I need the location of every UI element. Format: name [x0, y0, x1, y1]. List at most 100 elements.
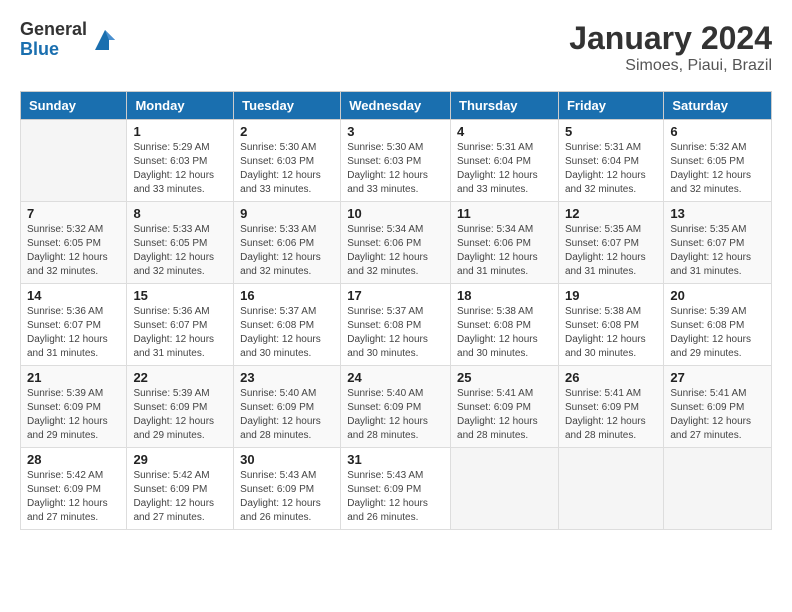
calendar-cell: 8 Sunrise: 5:33 AM Sunset: 6:05 PM Daylig…: [127, 202, 234, 284]
day-info: Sunrise: 5:39 AM Sunset: 6:08 PM Dayligh…: [670, 305, 765, 361]
calendar-cell: 23 Sunrise: 5:40 AM Sunset: 6:09 PM Dayli…: [234, 366, 341, 448]
day-info: Sunrise: 5:29 AM Sunset: 6:03 PM Dayligh…: [133, 141, 227, 197]
day-number: 7: [27, 206, 120, 221]
location-subtitle: Simoes, Piaui, Brazil: [569, 57, 772, 75]
calendar-cell: 13 Sunrise: 5:35 AM Sunset: 6:07 PM Dayli…: [664, 202, 772, 284]
calendar-cell: 1Sunrise: 5:29 AM Sunset: 6:03 PM Daylig…: [127, 120, 234, 202]
calendar-cell: 15 Sunrise: 5:36 AM Sunset: 6:07 PM Dayli…: [127, 284, 234, 366]
calendar-cell: 22 Sunrise: 5:39 AM Sunset: 6:09 PM Dayli…: [127, 366, 234, 448]
day-info: Sunrise: 5:33 AM Sunset: 6:06 PM Dayligh…: [240, 223, 334, 279]
day-number: 23: [240, 370, 334, 385]
day-info: Sunrise: 5:42 AM Sunset: 6:09 PM Dayligh…: [27, 469, 120, 525]
day-info: Sunrise: 5:40 AM Sunset: 6:09 PM Dayligh…: [240, 387, 334, 443]
calendar-table: SundayMondayTuesdayWednesdayThursdayFrid…: [20, 91, 772, 530]
day-number: 22: [133, 370, 227, 385]
day-info: Sunrise: 5:37 AM Sunset: 6:08 PM Dayligh…: [347, 305, 444, 361]
day-header-thursday: Thursday: [451, 92, 559, 120]
calendar-cell: 5Sunrise: 5:31 AM Sunset: 6:04 PM Daylig…: [558, 120, 663, 202]
calendar-cell: [21, 120, 127, 202]
day-number: 8: [133, 206, 227, 221]
day-info: Sunrise: 5:39 AM Sunset: 6:09 PM Dayligh…: [133, 387, 227, 443]
logo-blue-text: Blue: [20, 40, 87, 60]
day-number: 24: [347, 370, 444, 385]
day-info: Sunrise: 5:39 AM Sunset: 6:09 PM Dayligh…: [27, 387, 120, 443]
calendar-cell: 11Sunrise: 5:34 AM Sunset: 6:06 PM Dayli…: [451, 202, 559, 284]
day-number: 12: [565, 206, 657, 221]
day-info: Sunrise: 5:30 AM Sunset: 6:03 PM Dayligh…: [240, 141, 334, 197]
day-number: 16: [240, 288, 334, 303]
day-number: 21: [27, 370, 120, 385]
day-number: 15: [133, 288, 227, 303]
day-info: Sunrise: 5:41 AM Sunset: 6:09 PM Dayligh…: [565, 387, 657, 443]
day-info: Sunrise: 5:38 AM Sunset: 6:08 PM Dayligh…: [565, 305, 657, 361]
day-info: Sunrise: 5:38 AM Sunset: 6:08 PM Dayligh…: [457, 305, 552, 361]
calendar-cell: 29 Sunrise: 5:42 AM Sunset: 6:09 PM Dayli…: [127, 448, 234, 530]
day-info: Sunrise: 5:35 AM Sunset: 6:07 PM Dayligh…: [670, 223, 765, 279]
day-header-monday: Monday: [127, 92, 234, 120]
day-info: Sunrise: 5:32 AM Sunset: 6:05 PM Dayligh…: [27, 223, 120, 279]
day-number: 30: [240, 452, 334, 467]
day-number: 25: [457, 370, 552, 385]
page-header: General Blue January 2024 Simoes, Piaui,…: [20, 20, 772, 75]
calendar-week-row: 1Sunrise: 5:29 AM Sunset: 6:03 PM Daylig…: [21, 120, 772, 202]
day-number: 14: [27, 288, 120, 303]
calendar-cell: 3Sunrise: 5:30 AM Sunset: 6:03 PM Daylig…: [341, 120, 451, 202]
day-number: 17: [347, 288, 444, 303]
day-number: 31: [347, 452, 444, 467]
day-info: Sunrise: 5:35 AM Sunset: 6:07 PM Dayligh…: [565, 223, 657, 279]
calendar-week-row: 28 Sunrise: 5:42 AM Sunset: 6:09 PM Dayli…: [21, 448, 772, 530]
day-info: Sunrise: 5:40 AM Sunset: 6:09 PM Dayligh…: [347, 387, 444, 443]
day-number: 11: [457, 206, 552, 221]
day-info: Sunrise: 5:33 AM Sunset: 6:05 PM Dayligh…: [133, 223, 227, 279]
calendar-week-row: 21 Sunrise: 5:39 AM Sunset: 6:09 PM Dayli…: [21, 366, 772, 448]
day-number: 29: [133, 452, 227, 467]
day-number: 19: [565, 288, 657, 303]
day-number: 20: [670, 288, 765, 303]
calendar-cell: 14 Sunrise: 5:36 AM Sunset: 6:07 PM Dayli…: [21, 284, 127, 366]
logo-icon: [91, 26, 119, 54]
calendar-cell: 18Sunrise: 5:38 AM Sunset: 6:08 PM Dayli…: [451, 284, 559, 366]
day-number: 10: [347, 206, 444, 221]
calendar-cell: 26 Sunrise: 5:41 AM Sunset: 6:09 PM Dayli…: [558, 366, 663, 448]
day-info: Sunrise: 5:43 AM Sunset: 6:09 PM Dayligh…: [240, 469, 334, 525]
calendar-cell: 19 Sunrise: 5:38 AM Sunset: 6:08 PM Dayli…: [558, 284, 663, 366]
day-header-tuesday: Tuesday: [234, 92, 341, 120]
day-number: 13: [670, 206, 765, 221]
calendar-cell: 10 Sunrise: 5:34 AM Sunset: 6:06 PM Dayli…: [341, 202, 451, 284]
calendar-header-row: SundayMondayTuesdayWednesdayThursdayFrid…: [21, 92, 772, 120]
calendar-cell: 9 Sunrise: 5:33 AM Sunset: 6:06 PM Daylig…: [234, 202, 341, 284]
calendar-cell: [558, 448, 663, 530]
calendar-cell: 7 Sunrise: 5:32 AM Sunset: 6:05 PM Daylig…: [21, 202, 127, 284]
day-info: Sunrise: 5:32 AM Sunset: 6:05 PM Dayligh…: [670, 141, 765, 197]
day-number: 9: [240, 206, 334, 221]
day-number: 4: [457, 124, 552, 139]
day-info: Sunrise: 5:36 AM Sunset: 6:07 PM Dayligh…: [133, 305, 227, 361]
day-number: 27: [670, 370, 765, 385]
calendar-cell: 27 Sunrise: 5:41 AM Sunset: 6:09 PM Dayli…: [664, 366, 772, 448]
calendar-cell: 31Sunrise: 5:43 AM Sunset: 6:09 PM Dayli…: [341, 448, 451, 530]
day-header-wednesday: Wednesday: [341, 92, 451, 120]
day-info: Sunrise: 5:34 AM Sunset: 6:06 PM Dayligh…: [347, 223, 444, 279]
calendar-cell: [451, 448, 559, 530]
day-info: Sunrise: 5:42 AM Sunset: 6:09 PM Dayligh…: [133, 469, 227, 525]
calendar-cell: 30 Sunrise: 5:43 AM Sunset: 6:09 PM Dayli…: [234, 448, 341, 530]
logo: General Blue: [20, 20, 119, 60]
day-info: Sunrise: 5:36 AM Sunset: 6:07 PM Dayligh…: [27, 305, 120, 361]
calendar-cell: 6Sunrise: 5:32 AM Sunset: 6:05 PM Daylig…: [664, 120, 772, 202]
day-header-saturday: Saturday: [664, 92, 772, 120]
calendar-cell: 2Sunrise: 5:30 AM Sunset: 6:03 PM Daylig…: [234, 120, 341, 202]
calendar-cell: 17 Sunrise: 5:37 AM Sunset: 6:08 PM Dayli…: [341, 284, 451, 366]
day-info: Sunrise: 5:30 AM Sunset: 6:03 PM Dayligh…: [347, 141, 444, 197]
calendar-cell: [664, 448, 772, 530]
calendar-cell: 16Sunrise: 5:37 AM Sunset: 6:08 PM Dayli…: [234, 284, 341, 366]
calendar-cell: 24 Sunrise: 5:40 AM Sunset: 6:09 PM Dayli…: [341, 366, 451, 448]
day-header-sunday: Sunday: [21, 92, 127, 120]
day-number: 26: [565, 370, 657, 385]
day-info: Sunrise: 5:31 AM Sunset: 6:04 PM Dayligh…: [457, 141, 552, 197]
logo-general-text: General: [20, 20, 87, 40]
day-info: Sunrise: 5:41 AM Sunset: 6:09 PM Dayligh…: [670, 387, 765, 443]
day-number: 28: [27, 452, 120, 467]
calendar-cell: 12 Sunrise: 5:35 AM Sunset: 6:07 PM Dayli…: [558, 202, 663, 284]
calendar-cell: 4 Sunrise: 5:31 AM Sunset: 6:04 PM Daylig…: [451, 120, 559, 202]
calendar-cell: 28 Sunrise: 5:42 AM Sunset: 6:09 PM Dayli…: [21, 448, 127, 530]
